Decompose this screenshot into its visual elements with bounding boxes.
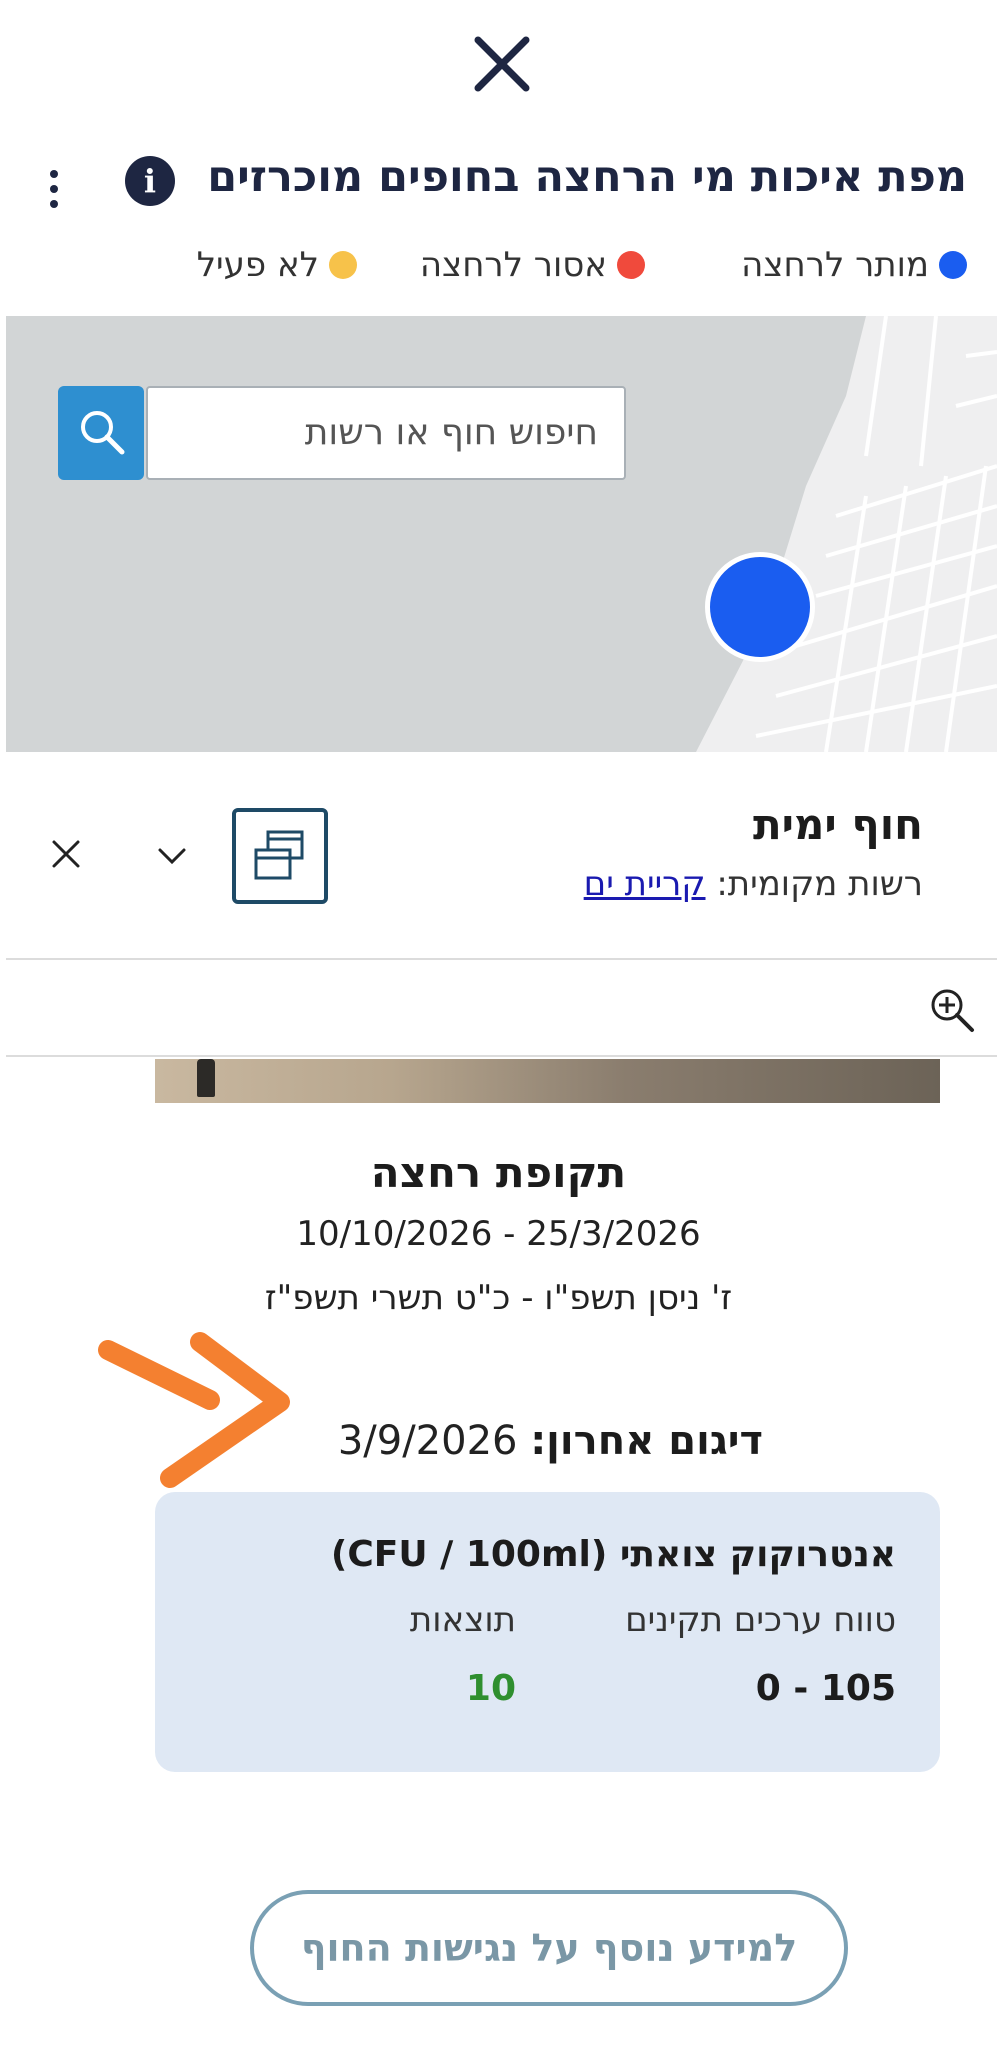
range-value: 0 - 105 — [755, 1668, 896, 1709]
blue-dot-icon — [939, 251, 967, 279]
last-sample-date: 3/9/2026 — [337, 1418, 518, 1464]
results-title: אנטרוקוק צואתי (CFU / 100ml) — [330, 1534, 896, 1575]
windows-button[interactable] — [232, 808, 328, 904]
result-header: תוצאות — [409, 1600, 516, 1640]
beach-photo — [155, 1059, 940, 1103]
map-header: מפת איכות מי הרחצה בחופים מוכרזים i — [30, 140, 967, 230]
zoom-in-icon[interactable] — [928, 986, 976, 1034]
legend-item-inactive: לא פעיל — [197, 245, 357, 285]
search-input[interactable]: חיפוש חוף או רשות — [146, 386, 626, 480]
search-icon — [81, 411, 125, 455]
authority-link[interactable]: קריית ים — [584, 864, 706, 904]
accessibility-info-button[interactable]: למידע נוסף על נגישות החוף — [250, 1890, 848, 2006]
close-icon[interactable] — [468, 30, 536, 98]
legend-item-allowed: מותר לרחצה — [741, 245, 967, 285]
info-icon[interactable]: i — [125, 156, 175, 206]
map-view[interactable]: חיפוש חוף או רשות — [6, 316, 997, 752]
results-card: אנטרוקוק צואתי (CFU / 100ml) טווח ערכים … — [155, 1492, 940, 1772]
beach-marker[interactable] — [705, 552, 815, 662]
page-title: מפת איכות מי הרחצה בחופים מוכרזים — [207, 152, 967, 202]
legend-item-forbidden: אסור לרחצה — [420, 245, 645, 285]
chevron-down-icon[interactable] — [152, 842, 192, 872]
season-title: תקופת רחצה — [370, 1148, 627, 1197]
last-sample: דיגום אחרון: 3/9/2026 — [338, 1418, 763, 1464]
hand-drawn-arrow-icon — [98, 1332, 290, 1488]
search-button[interactable] — [58, 386, 144, 480]
windows-icon — [254, 830, 304, 880]
beach-panel-header: חוף ימית רשות מקומית: קריית ים — [6, 752, 997, 960]
season-hebrew-range: ז' ניסן תשפ"ו - כ"ט תשרי תשפ"ז — [264, 1278, 733, 1318]
range-header: טווח ערכים תקינים — [625, 1600, 896, 1640]
close-panel-icon[interactable] — [48, 836, 84, 872]
zoom-row — [6, 962, 997, 1057]
result-value: 10 — [465, 1668, 516, 1709]
last-sample-label: דיגום אחרון: — [530, 1418, 763, 1464]
map-land — [696, 316, 997, 752]
yellow-dot-icon — [329, 251, 357, 279]
authority-label: רשות מקומית: — [716, 864, 923, 904]
authority-line: רשות מקומית: קריית ים — [584, 864, 923, 904]
beach-name: חוף ימית — [752, 800, 923, 849]
map-legend: מותר לרחצה אסור לרחצה לא פעיל — [30, 245, 967, 289]
season-gregorian-range: 10/10/2026 - 25/3/2026 — [296, 1214, 701, 1254]
red-dot-icon — [617, 251, 645, 279]
kebab-menu-icon[interactable] — [44, 170, 64, 216]
